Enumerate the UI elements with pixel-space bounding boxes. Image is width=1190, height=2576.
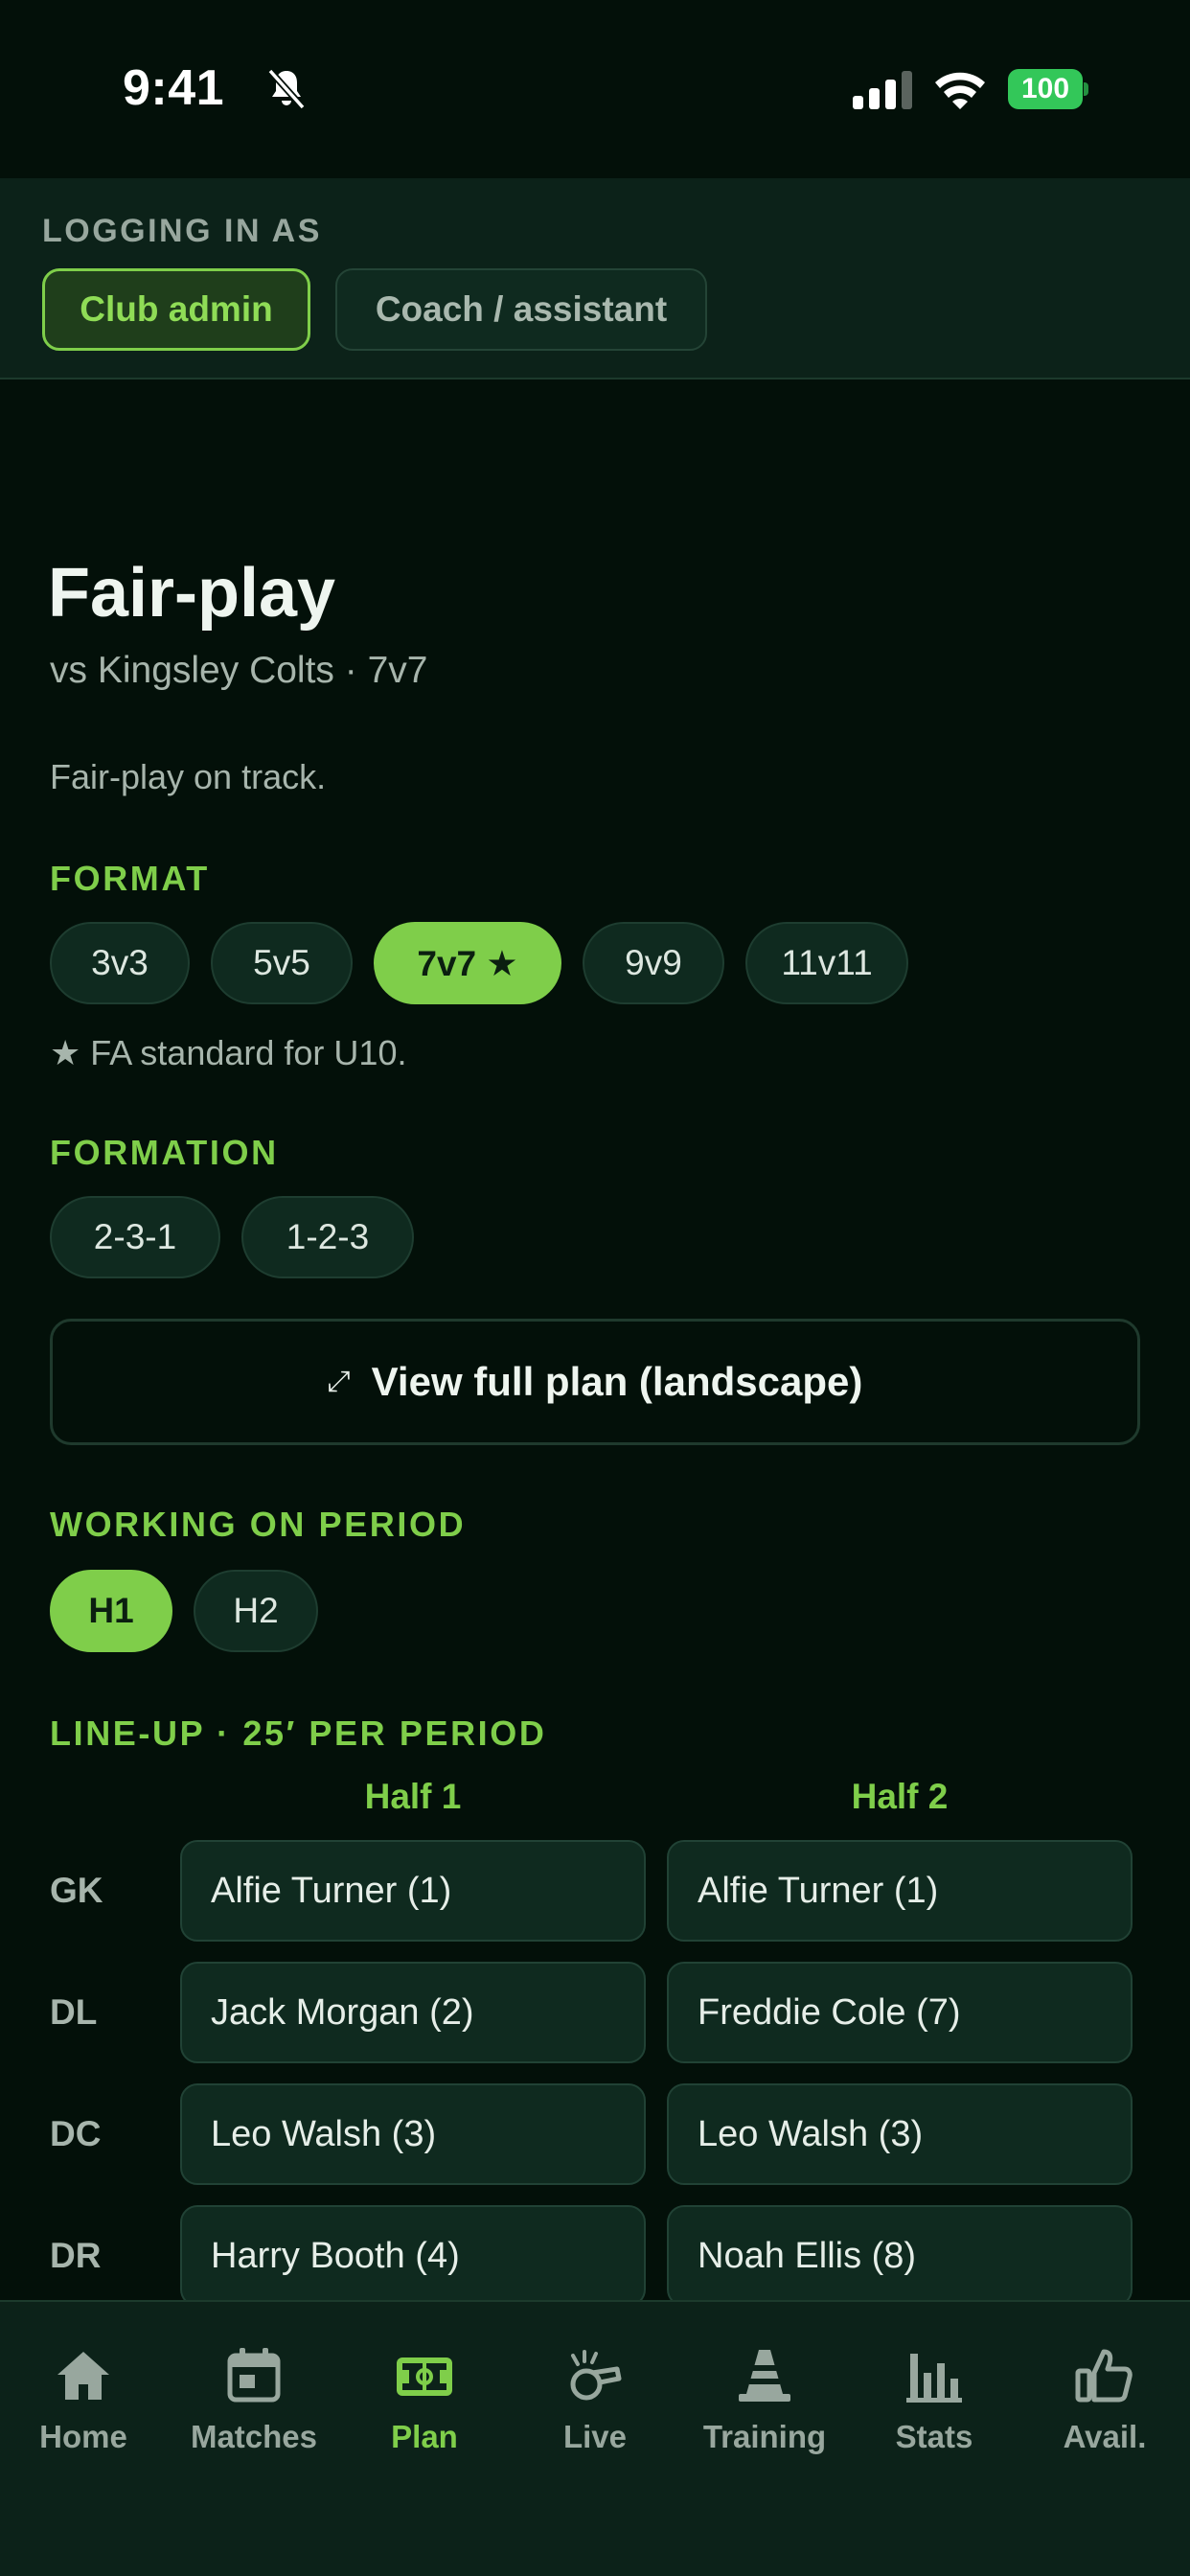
position-label: GK: [50, 1871, 103, 1910]
view-full-plan-button[interactable]: ⤢ View full plan (landscape): [50, 1319, 1140, 1445]
bottom-nav: Home Matches Plan Live Training Stats Av…: [0, 2300, 1190, 2576]
format-note: ★ FA standard for U10.: [50, 1033, 407, 1072]
format-label: FORMAT: [50, 859, 210, 898]
battery-level: 100: [1008, 69, 1083, 109]
expand-icon: ⤢: [327, 1366, 351, 1397]
nav-live[interactable]: Live: [514, 2344, 676, 2488]
lineup-column-half-2: Half 2: [851, 1777, 949, 1816]
lineup-slot-h2[interactable]: Freddie Cole (7): [667, 1962, 1133, 2063]
format-chip-11v11[interactable]: 11v11: [745, 922, 908, 1004]
format-chip-3v3[interactable]: 3v3: [50, 922, 190, 1004]
status-time: 9:41: [123, 60, 225, 116]
role-club-admin-button[interactable]: Club admin: [42, 268, 310, 351]
cone-icon: [739, 2350, 790, 2402]
bell-muted-icon: [267, 68, 306, 110]
status-bar: 9:41 100: [0, 0, 1190, 178]
fair-play-status: Fair-play on track.: [50, 757, 327, 796]
nav-plan[interactable]: Plan: [343, 2344, 506, 2488]
nav-training-label: Training: [702, 2419, 827, 2454]
formation-label: FORMATION: [50, 1133, 279, 1172]
lineup-slot-h1[interactable]: Alfie Turner (1): [180, 1840, 646, 1942]
nav-stats[interactable]: Stats: [853, 2344, 1016, 2488]
nav-matches[interactable]: Matches: [172, 2344, 335, 2488]
nav-plan-label: Plan: [391, 2419, 458, 2454]
cellular-signal-icon: [853, 71, 912, 109]
whistle-icon: [570, 2350, 622, 2401]
nav-home-label: Home: [39, 2419, 127, 2454]
screen: 9:41 100 LOGGING IN AS Club admin Coach …: [0, 0, 1190, 2576]
calendar-icon: [227, 2348, 281, 2403]
pitch-icon: [397, 2358, 452, 2396]
lineup-slot-h2[interactable]: Noah Ellis (8): [667, 2205, 1133, 2307]
lineup-slot-h1[interactable]: Leo Walsh (3): [180, 2083, 646, 2185]
home-icon: [57, 2352, 109, 2400]
battery-tip: [1084, 82, 1088, 96]
position-label: DL: [50, 1992, 98, 2032]
nav-training[interactable]: Training: [683, 2344, 846, 2488]
period-chip-h1[interactable]: H1: [50, 1570, 172, 1652]
nav-availability[interactable]: Avail.: [1023, 2344, 1186, 2488]
nav-live-label: Live: [562, 2419, 628, 2454]
bar-chart-icon: [906, 2354, 962, 2403]
format-chip-7v7[interactable]: 7v7 ★: [374, 922, 561, 1004]
period-chip-h2[interactable]: H2: [194, 1570, 318, 1652]
role-switcher: LOGGING IN AS Club admin Coach / assista…: [0, 178, 1190, 380]
page-title: Fair-play: [48, 555, 336, 632]
match-subtitle: vs Kingsley Colts · 7v7: [50, 650, 428, 691]
battery-indicator: 100: [1008, 69, 1088, 109]
nav-stats-label: Stats: [895, 2419, 973, 2454]
role-coach-button[interactable]: Coach / assistant: [335, 268, 707, 351]
period-label: WORKING ON PERIOD: [50, 1505, 467, 1544]
position-label: DR: [50, 2236, 102, 2275]
view-full-plan-label: View full plan (landscape): [371, 1359, 863, 1404]
lineup-label: LINE-UP · 25′ PER PERIOD: [50, 1714, 547, 1753]
format-chip-9v9[interactable]: 9v9: [583, 922, 724, 1004]
lineup-column-half-1: Half 1: [364, 1777, 462, 1816]
position-label: DC: [50, 2114, 102, 2153]
thumbs-up-icon: [1075, 2349, 1133, 2403]
lineup-slot-h2[interactable]: Leo Walsh (3): [667, 2083, 1133, 2185]
lineup-slot-h1[interactable]: Jack Morgan (2): [180, 1962, 646, 2063]
formation-chip-2-3-1[interactable]: 2-3-1: [50, 1196, 220, 1278]
nav-home[interactable]: Home: [2, 2344, 165, 2488]
lineup-slot-h1[interactable]: Harry Booth (4): [180, 2205, 646, 2307]
wifi-icon: [935, 72, 985, 109]
lineup-slot-h2[interactable]: Alfie Turner (1): [667, 1840, 1133, 1942]
nav-availability-label: Avail.: [1063, 2419, 1147, 2454]
nav-matches-label: Matches: [190, 2419, 318, 2454]
formation-chip-1-2-3[interactable]: 1-2-3: [241, 1196, 414, 1278]
format-chip-5v5[interactable]: 5v5: [211, 922, 353, 1004]
role-switcher-label: LOGGING IN AS: [42, 213, 322, 249]
